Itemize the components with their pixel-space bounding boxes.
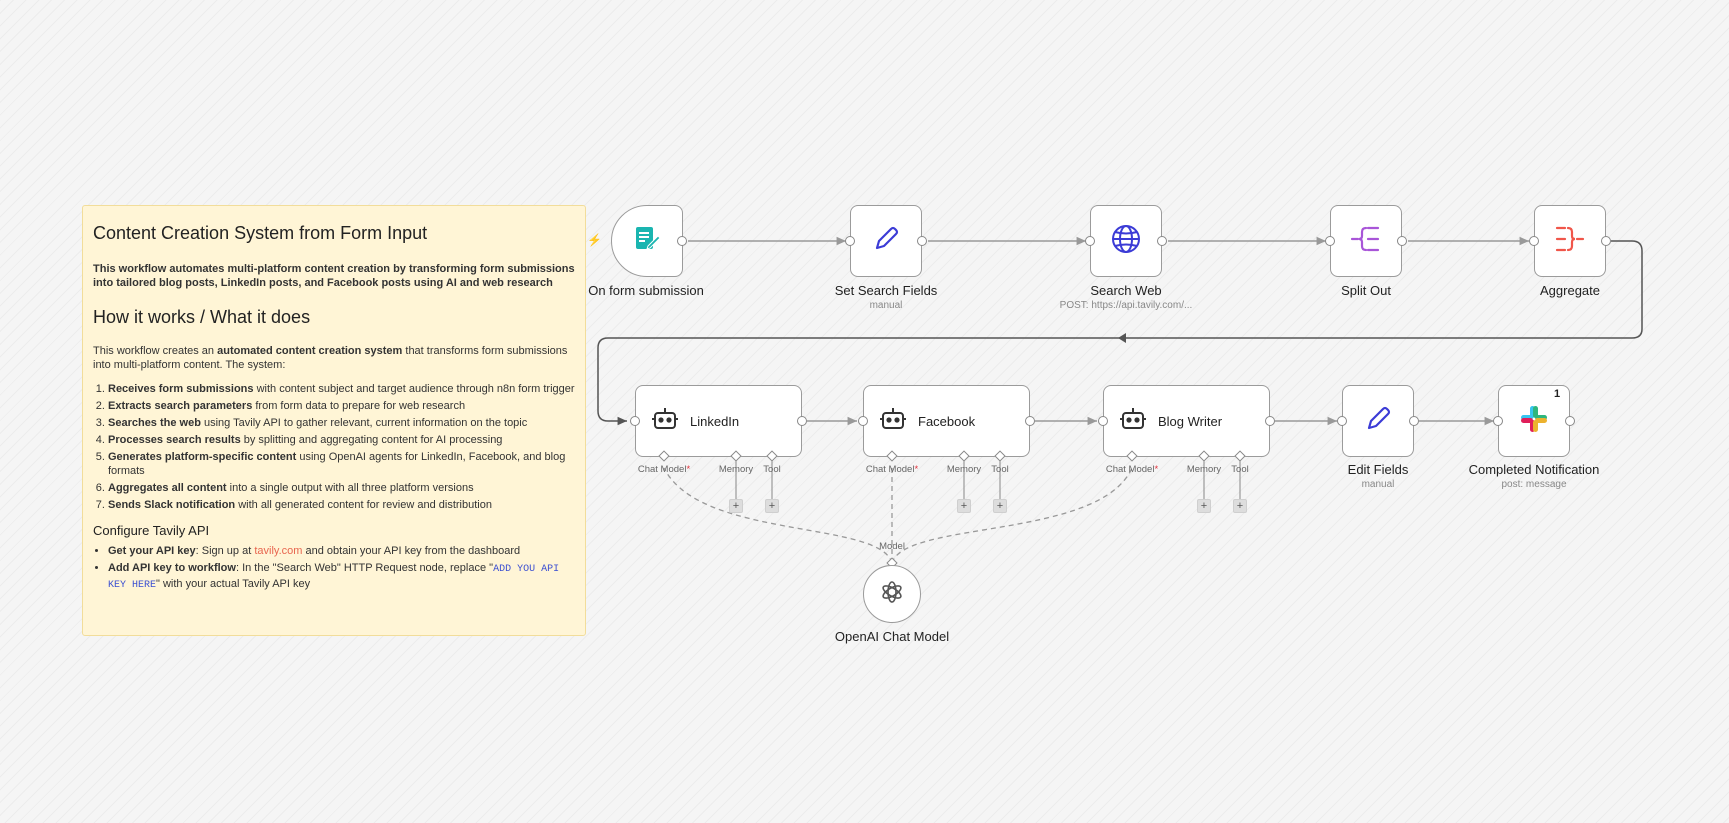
node-search-web[interactable] — [1090, 205, 1162, 277]
split-out-icon — [1350, 224, 1382, 259]
sticky-how-heading: How it works / What it does — [93, 307, 311, 327]
input-port[interactable] — [1098, 416, 1108, 426]
output-port[interactable] — [1157, 236, 1167, 246]
node-title: Aggregate — [1540, 283, 1600, 298]
chat-model-label: Chat Model* — [637, 464, 691, 475]
memory-label: Memory — [718, 464, 754, 475]
edge-model-to-blog — [891, 467, 1133, 564]
input-port[interactable] — [1325, 236, 1335, 246]
sticky-config-list: Get your API key: Sign up at tavily.com … — [93, 544, 575, 593]
list-item: Get your API key: Sign up at tavily.com … — [108, 544, 575, 558]
model-port-label: Model — [879, 541, 905, 552]
output-port[interactable] — [1601, 236, 1611, 246]
chat-model-label: Chat Model* — [1105, 464, 1159, 475]
node-title: Completed Notification — [1468, 462, 1600, 477]
node-title: OpenAI Chat Model — [834, 629, 950, 644]
node-title: Edit Fields — [1347, 462, 1409, 477]
output-port[interactable] — [1265, 416, 1275, 426]
node-facebook-agent[interactable]: Facebook — [863, 385, 1030, 457]
output-port[interactable] — [1565, 416, 1575, 426]
edge-direction-arrow — [1118, 333, 1126, 343]
chat-model-label: Chat Model* — [865, 464, 919, 475]
input-port[interactable] — [845, 236, 855, 246]
input-port[interactable] — [1337, 416, 1347, 426]
trigger-bolt-icon: ⚡ — [587, 233, 602, 247]
list-item: Add API key to workflow: In the "Search … — [108, 561, 575, 593]
list-item: Processes search results by splitting an… — [108, 433, 575, 447]
node-title: LinkedIn — [690, 413, 740, 429]
tool-label: Tool — [1231, 464, 1249, 475]
node-form-submission[interactable] — [611, 205, 683, 277]
list-item: Aggregates all content into a single out… — [108, 481, 575, 495]
node-title: On form submission — [588, 283, 704, 298]
robot-icon — [652, 406, 678, 437]
node-blog-writer-agent[interactable]: Blog Writer — [1103, 385, 1270, 457]
pencil-icon — [871, 224, 901, 259]
slack-icon — [1518, 403, 1550, 440]
globe-icon — [1110, 223, 1142, 260]
output-port[interactable] — [917, 236, 927, 246]
sticky-how-intro: This workflow creates an automated conte… — [93, 345, 568, 371]
list-item: Extracts search parameters from form dat… — [108, 399, 575, 413]
tavily-link[interactable]: tavily.com — [254, 545, 302, 557]
sticky-intro: This workflow automates multi-platform c… — [93, 263, 575, 289]
list-item: Receives form submissions with content s… — [108, 382, 575, 396]
list-item: Sends Slack notification with all genera… — [108, 498, 575, 512]
tool-label: Tool — [763, 464, 781, 475]
robot-icon — [880, 406, 906, 437]
robot-icon — [1120, 406, 1146, 437]
list-item: Generates platform-specific content usin… — [108, 450, 575, 478]
run-count-badge: 1 — [1554, 388, 1561, 400]
add-tool-button[interactable]: + — [765, 499, 779, 513]
node-title: Blog Writer — [1158, 413, 1223, 429]
sticky-steps-list: Receives form submissions with content s… — [93, 382, 575, 512]
output-port[interactable] — [1397, 236, 1407, 246]
add-memory-button[interactable]: + — [729, 499, 743, 513]
edge-model-to-linkedin — [663, 467, 893, 564]
memory-label: Memory — [946, 464, 982, 475]
node-title: Set Search Fields — [834, 283, 938, 298]
output-port[interactable] — [1025, 416, 1035, 426]
input-port[interactable] — [1085, 236, 1095, 246]
node-openai-chat-model[interactable] — [863, 565, 921, 623]
memory-label: Memory — [1186, 464, 1222, 475]
node-title: Split Out — [1341, 283, 1391, 298]
add-memory-button[interactable]: + — [1197, 499, 1211, 513]
form-edit-icon — [632, 224, 662, 259]
sticky-title: Content Creation System from Form Input — [93, 223, 428, 243]
input-port[interactable] — [1493, 416, 1503, 426]
node-title: Facebook — [918, 413, 976, 429]
tool-label: Tool — [991, 464, 1009, 475]
node-subtitle: manual — [1361, 479, 1395, 490]
node-split-out[interactable] — [1330, 205, 1402, 277]
output-port[interactable] — [797, 416, 807, 426]
input-port[interactable] — [1529, 236, 1539, 246]
input-port[interactable] — [630, 416, 640, 426]
node-aggregate[interactable] — [1534, 205, 1606, 277]
node-title: Search Web — [1090, 283, 1162, 298]
pencil-icon — [1363, 404, 1393, 439]
add-tool-button[interactable]: + — [1233, 499, 1247, 513]
aggregate-icon — [1554, 224, 1586, 259]
node-subtitle: manual — [869, 300, 903, 311]
openai-icon — [878, 578, 906, 611]
workflow-canvas[interactable]: Content Creation System from Form Input … — [0, 0, 1729, 823]
sticky-config-heading: Configure Tavily API — [93, 523, 210, 538]
add-tool-button[interactable]: + — [993, 499, 1007, 513]
node-subtitle: post: message — [1501, 479, 1567, 490]
sticky-note[interactable]: Content Creation System from Form Input … — [82, 205, 586, 636]
output-port[interactable] — [1409, 416, 1419, 426]
node-subtitle: POST: https://api.tavily.com/... — [1059, 300, 1193, 311]
node-set-search-fields[interactable] — [850, 205, 922, 277]
add-memory-button[interactable]: + — [957, 499, 971, 513]
output-port[interactable] — [677, 236, 687, 246]
node-linkedin-agent[interactable]: LinkedIn — [635, 385, 802, 457]
node-edit-fields[interactable] — [1342, 385, 1414, 457]
list-item: Searches the web using Tavily API to gat… — [108, 416, 575, 430]
input-port[interactable] — [858, 416, 868, 426]
